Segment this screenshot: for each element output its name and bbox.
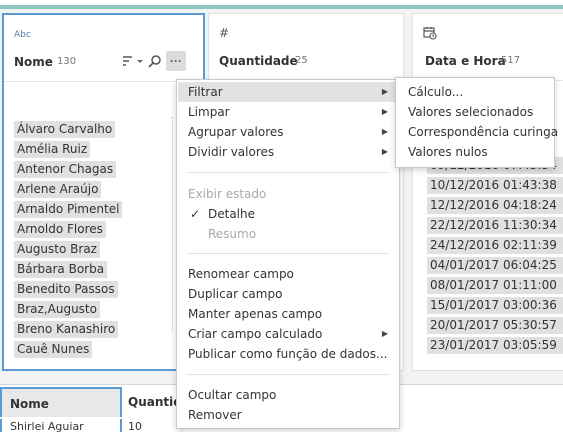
value-item[interactable]: Braz,Augusto (14, 301, 100, 318)
value-item[interactable]: Arlene Araújo (14, 181, 102, 198)
menu-item-criar-campo-calculado[interactable]: Criar campo calculado ▶ (178, 324, 398, 344)
menu-item-agrupar-valores[interactable]: Agrupar valores ▶ (178, 122, 398, 142)
value-item[interactable]: 08/01/2017 01:11:00 (427, 277, 563, 294)
value-item[interactable]: Álvaro Carvalho (14, 121, 116, 138)
menu-item-label: Criar campo calculado (188, 327, 323, 341)
value-item[interactable]: 24/12/2016 02:11:39 (427, 237, 563, 254)
field-name[interactable]: Data e Hora (425, 54, 506, 68)
menu-separator (187, 172, 389, 173)
value-item[interactable]: Antenor Chagas (14, 161, 117, 178)
calendar-clock-icon (423, 26, 437, 43)
submenu-item-calculo[interactable]: Cálculo... (396, 82, 554, 102)
field-name[interactable]: Quantidade (219, 54, 298, 68)
value-item[interactable]: 10/12/2016 01:43:38 (427, 177, 563, 194)
field-card-nome[interactable]: Abc Nome 130 ··· Álvaro Carvalho Amélia … (2, 13, 205, 371)
top-bar (0, 0, 563, 9)
menu-item-exibir-estado: Exibir estado (188, 187, 267, 201)
app-window: Abc Nome 130 ··· Álvaro Carvalho Amélia … (0, 0, 563, 432)
grid-header-quantidade[interactable]: Quantid (122, 387, 182, 417)
field-count: 25 (295, 55, 308, 66)
grid-cell[interactable]: 10 (122, 419, 182, 432)
submenu-arrow-icon: ▶ (381, 127, 388, 136)
submenu-item-valores-nulos[interactable]: Valores nulos (396, 142, 554, 162)
value-item[interactable]: 12/12/2016 04:18:24 (427, 197, 563, 214)
menu-item-remover[interactable]: Remover (178, 405, 398, 425)
menu-item-ocultar-campo[interactable]: Ocultar campo (178, 385, 398, 405)
menu-item-dividir-valores[interactable]: Dividir valores ▶ (178, 142, 398, 162)
value-item[interactable]: Arnoldo Flores (14, 221, 106, 238)
value-item[interactable]: Augusto Braz (14, 241, 100, 258)
submenu-arrow-icon: ▶ (381, 107, 388, 116)
value-item[interactable]: 20/01/2017 05:30:57 (427, 317, 563, 334)
value-list: Álvaro Carvalho Amélia Ruiz Antenor Chag… (14, 121, 164, 361)
filter-submenu: Cálculo... Valores selecionados Correspo… (395, 77, 558, 168)
menu-item-label: Limpar (188, 105, 230, 119)
value-item[interactable]: 23/01/2017 03:05:59 (427, 337, 563, 354)
value-list: 09/12/2016 07:43:34 10/12/2016 01:43:38 … (427, 157, 563, 357)
check-icon: ✓ (190, 207, 201, 221)
flow-step-accent-bar (0, 5, 563, 9)
card-divider (4, 81, 203, 82)
sort-icon[interactable] (122, 51, 144, 71)
value-item[interactable]: 04/01/2017 06:04:25 (427, 257, 563, 274)
number-type-icon: # (219, 26, 230, 40)
menu-separator (187, 253, 389, 254)
menu-item-label: Filtrar (188, 85, 223, 99)
menu-item-label: Dividir valores (188, 145, 275, 159)
submenu-item-valores-selecionados[interactable]: Valores selecionados (396, 102, 554, 122)
menu-item-filtrar[interactable]: Filtrar ▶ (178, 82, 398, 102)
string-type-icon: Abc (14, 30, 31, 40)
more-options-icon[interactable]: ··· (166, 51, 186, 71)
field-header-toolbar: ··· (122, 51, 186, 71)
submenu-item-correspondencia-curinga[interactable]: Correspondência curinga (396, 122, 558, 142)
grid-header-nome[interactable]: Nome (0, 387, 122, 417)
value-item[interactable]: Amélia Ruiz (14, 141, 91, 158)
menu-item-label: Detalhe (208, 207, 256, 221)
value-item[interactable]: Breno Kanashiro (14, 321, 119, 338)
value-item[interactable]: Arnaldo Pimentel (14, 201, 123, 218)
menu-item-limpar[interactable]: Limpar ▶ (178, 102, 398, 122)
grid-cell[interactable]: Shirlei Aguiar (0, 419, 122, 432)
submenu-arrow-icon: ▶ (381, 87, 388, 96)
field-context-menu: Filtrar ▶ Limpar ▶ Agrupar valores ▶ Dividi… (176, 79, 400, 429)
submenu-arrow-icon: ▶ (381, 147, 388, 156)
menu-item-manter-apenas-campo[interactable]: Manter apenas campo (178, 304, 398, 324)
submenu-arrow-icon: ▶ (381, 329, 388, 338)
value-item[interactable]: 15/01/2017 03:00:36 (427, 297, 563, 314)
value-item[interactable]: Cauê Nunes (14, 341, 93, 358)
value-item[interactable]: 22/12/2016 11:30:34 (427, 217, 563, 234)
field-count: 517 (501, 55, 521, 66)
menu-item-duplicar-campo[interactable]: Duplicar campo (178, 284, 398, 304)
field-count: 130 (57, 56, 77, 67)
menu-item-label: Agrupar valores (188, 125, 284, 139)
menu-item-publicar-funcao[interactable]: Publicar como função de dados... (178, 344, 398, 364)
menu-item-resumo: Resumo (208, 227, 257, 241)
value-item[interactable]: Benedito Passos (14, 281, 118, 298)
field-name[interactable]: Nome (14, 55, 53, 69)
menu-separator (187, 374, 389, 375)
search-icon[interactable] (148, 51, 162, 71)
value-item[interactable]: Bárbara Borba (14, 261, 108, 278)
menu-item-detalhe[interactable]: ✓ Detalhe (178, 204, 398, 224)
field-card-data-hora[interactable]: Data e Hora 517 09/12/2016 07:43:34 10/1… (412, 13, 563, 371)
menu-item-renomear-campo[interactable]: Renomear campo (178, 264, 398, 284)
